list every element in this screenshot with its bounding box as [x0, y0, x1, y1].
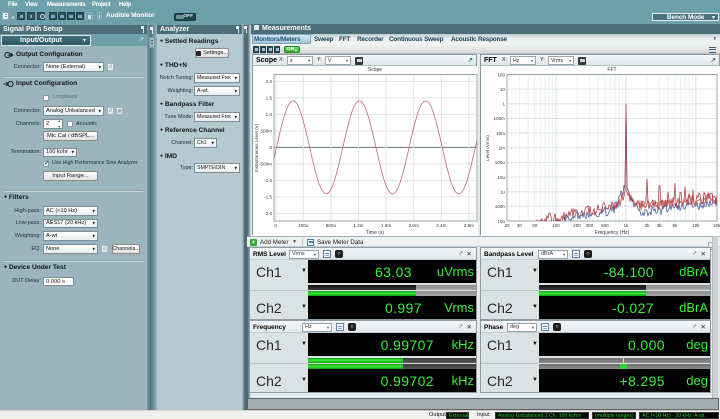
svg-text:-1.0: -1.0	[264, 178, 272, 183]
svg-text:Level (Vrms): Level (Vrms)	[485, 135, 490, 161]
svg-text:1: 1	[502, 102, 505, 107]
svg-text:100: 100	[497, 72, 505, 77]
svg-text:1.0: 1.0	[266, 112, 273, 117]
svg-text:10u: 10u	[497, 175, 505, 180]
svg-text:400u: 400u	[298, 223, 309, 228]
svg-text:5k: 5k	[672, 223, 678, 228]
svg-text:10: 10	[500, 87, 506, 92]
svg-text:-2.0: -2.0	[264, 211, 272, 216]
svg-text:0: 0	[269, 145, 272, 150]
svg-text:2.4m: 2.4m	[436, 223, 446, 228]
svg-text:0: 0	[274, 223, 277, 228]
svg-text:1.5: 1.5	[266, 95, 273, 100]
svg-text:2.0: 2.0	[266, 79, 273, 84]
svg-text:50: 50	[532, 223, 538, 228]
svg-text:100m: 100m	[494, 116, 506, 121]
svg-text:100: 100	[552, 223, 560, 228]
svg-text:300: 300	[585, 223, 593, 228]
svg-text:1k: 1k	[623, 223, 629, 228]
svg-text:500m: 500m	[261, 128, 273, 133]
svg-text:1m: 1m	[499, 146, 506, 151]
svg-text:30: 30	[517, 223, 523, 228]
svg-text:1.6m: 1.6m	[381, 223, 391, 228]
svg-text:1u: 1u	[500, 190, 506, 195]
svg-text:800u: 800u	[326, 223, 337, 228]
svg-text:1.2m: 1.2m	[353, 223, 363, 228]
svg-text:3k: 3k	[657, 223, 663, 228]
svg-text:2k: 2k	[645, 223, 651, 228]
svg-text:10k: 10k	[692, 223, 700, 228]
svg-text:2.8m: 2.8m	[464, 223, 474, 228]
svg-text:20k: 20k	[713, 223, 720, 228]
svg-text:-1.5: -1.5	[264, 194, 272, 199]
svg-text:-500m: -500m	[259, 161, 272, 166]
svg-text:200: 200	[573, 223, 581, 228]
svg-text:20: 20	[504, 223, 510, 228]
svg-text:Instantaneous Level (V): Instantaneous Level (V)	[254, 123, 259, 172]
svg-text:FFT: FFT	[607, 67, 616, 73]
svg-text:10m: 10m	[496, 131, 505, 136]
svg-text:Scope: Scope	[368, 67, 382, 73]
svg-text:500: 500	[601, 223, 609, 228]
svg-text:100n: 100n	[495, 204, 506, 209]
svg-text:100u: 100u	[495, 160, 506, 165]
svg-text:2.0m: 2.0m	[409, 223, 419, 228]
